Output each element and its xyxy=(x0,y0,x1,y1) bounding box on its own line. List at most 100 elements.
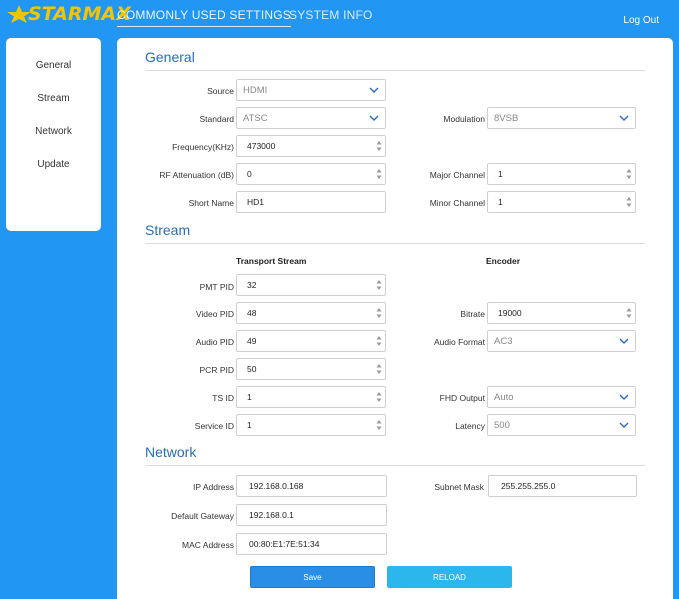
spinner-icon xyxy=(376,280,382,290)
save-button[interactable]: Save xyxy=(250,566,375,588)
fhd-output-label: FHD Output xyxy=(439,393,485,403)
video-pid-input[interactable]: 48 xyxy=(236,302,386,324)
chevron-down-icon xyxy=(619,422,629,428)
audio-pid-value: 49 xyxy=(247,336,257,346)
tab-system-info[interactable]: SYSTEM INFO xyxy=(289,8,373,22)
service-id-input[interactable]: 1 xyxy=(236,414,386,436)
standard-select[interactable]: ATSC xyxy=(236,107,386,129)
divider xyxy=(145,243,645,244)
spinner-icon xyxy=(626,169,632,179)
standard-label: Standard xyxy=(199,114,235,124)
source-value: HDMI xyxy=(243,84,268,96)
ip-address-input[interactable]: 192.168.0.168 xyxy=(236,475,387,497)
frequency-input[interactable]: 473000 xyxy=(236,135,386,157)
sidebar-item-network[interactable]: Network xyxy=(6,126,101,137)
modulation-select[interactable]: 8VSB xyxy=(487,107,636,129)
subnet-mask-value: 255.255.255.0 xyxy=(501,481,556,491)
spinner-icon xyxy=(626,197,632,207)
tab-commonly-used-settings[interactable]: COMMONLY USED SETTINGS xyxy=(117,8,291,27)
major-channel-label: Major Channel xyxy=(429,170,485,180)
service-id-value: 1 xyxy=(247,420,252,430)
bitrate-label: Bitrate xyxy=(460,309,485,319)
default-gateway-input[interactable]: 192.168.0.1 xyxy=(236,504,387,526)
ip-address-label: IP Address xyxy=(193,482,234,492)
major-channel-value: 1 xyxy=(498,169,503,179)
reload-button[interactable]: RELOAD xyxy=(387,566,512,588)
subnet-mask-input[interactable]: 255.255.255.0 xyxy=(488,475,637,497)
spinner-icon xyxy=(376,364,382,374)
pmt-pid-label: PMT PID xyxy=(199,282,234,292)
audio-format-label: Audio Format xyxy=(433,337,485,347)
chevron-down-icon xyxy=(369,115,379,121)
source-label: Source xyxy=(207,86,234,96)
sidebar-item-stream[interactable]: Stream xyxy=(6,93,101,104)
chevron-down-icon xyxy=(619,115,629,121)
network-section-title: Network xyxy=(145,444,197,460)
source-select[interactable]: HDMI xyxy=(236,79,386,101)
frequency-label: Frequency(KHz) xyxy=(172,142,234,152)
sidebar: General Stream Network Update xyxy=(6,38,101,231)
fhd-output-select[interactable]: Auto xyxy=(487,386,636,408)
minor-channel-label: Minor Channel xyxy=(429,198,485,208)
service-id-label: Service ID xyxy=(194,421,234,431)
modulation-value: 8VSB xyxy=(494,112,519,124)
standard-value: ATSC xyxy=(243,112,268,124)
spinner-icon xyxy=(376,141,382,151)
transport-stream-header: Transport Stream xyxy=(236,256,307,266)
minor-channel-input[interactable]: 1 xyxy=(487,191,636,213)
video-pid-label: Video PID xyxy=(195,309,234,319)
spinner-icon xyxy=(376,169,382,179)
latency-label: Latency xyxy=(455,421,485,431)
ip-address-value: 192.168.0.168 xyxy=(249,481,304,491)
frequency-value: 473000 xyxy=(247,141,276,151)
mac-address-input[interactable]: 00:80:E1:7E:51:34 xyxy=(236,533,387,555)
audio-pid-input[interactable]: 49 xyxy=(236,330,386,352)
brand-name: STARMAX xyxy=(28,3,131,25)
chevron-down-icon xyxy=(369,87,379,93)
latency-select[interactable]: 500 xyxy=(487,414,636,436)
pcr-pid-input[interactable]: 50 xyxy=(236,358,386,380)
short-name-value: HD1 xyxy=(247,197,265,207)
general-section-title: General xyxy=(145,49,195,65)
default-gateway-value: 192.168.0.1 xyxy=(249,510,294,520)
pcr-pid-label: PCR PID xyxy=(199,365,234,375)
sidebar-item-general[interactable]: General xyxy=(6,60,101,71)
short-name-label: Short Name xyxy=(188,198,234,208)
divider xyxy=(145,465,645,466)
video-pid-value: 48 xyxy=(247,308,257,318)
short-name-input[interactable]: HD1 xyxy=(236,191,386,213)
sidebar-item-update[interactable]: Update xyxy=(6,159,101,170)
audio-pid-label: Audio PID xyxy=(195,337,234,347)
mac-address-label: MAC Address xyxy=(182,540,234,550)
mac-address-value: 00:80:E1:7E:51:34 xyxy=(249,539,320,549)
pcr-pid-value: 50 xyxy=(247,364,257,374)
pmt-pid-value: 32 xyxy=(247,280,257,290)
spinner-icon xyxy=(376,420,382,430)
rf-attenuation-label: RF Attenuation (dB) xyxy=(159,170,234,180)
default-gateway-label: Default Gateway xyxy=(171,511,234,521)
modulation-label: Modulation xyxy=(443,114,485,124)
chevron-down-icon xyxy=(619,394,629,400)
divider xyxy=(145,70,645,71)
spinner-icon xyxy=(376,392,382,402)
audio-format-select[interactable]: AC3 xyxy=(487,330,636,352)
spinner-icon xyxy=(376,336,382,346)
starmax-logo: STARMAX xyxy=(6,3,131,25)
ts-id-input[interactable]: 1 xyxy=(236,386,386,408)
ts-id-label: TS ID xyxy=(212,393,234,403)
logout-link[interactable]: Log Out xyxy=(623,15,659,26)
fhd-output-value: Auto xyxy=(494,391,514,403)
subnet-mask-label: Subnet Mask xyxy=(434,482,484,492)
bitrate-input[interactable]: 19000 xyxy=(487,302,636,324)
stream-section-title: Stream xyxy=(145,222,191,238)
latency-value: 500 xyxy=(494,419,510,431)
chevron-down-icon xyxy=(619,338,629,344)
rf-attenuation-value: 0 xyxy=(247,169,252,179)
major-channel-input[interactable]: 1 xyxy=(487,163,636,185)
rf-attenuation-input[interactable]: 0 xyxy=(236,163,386,185)
audio-format-value: AC3 xyxy=(494,335,513,347)
encoder-header: Encoder xyxy=(486,256,521,266)
minor-channel-value: 1 xyxy=(498,197,503,207)
pmt-pid-input[interactable]: 32 xyxy=(236,274,386,296)
ts-id-value: 1 xyxy=(247,392,252,402)
